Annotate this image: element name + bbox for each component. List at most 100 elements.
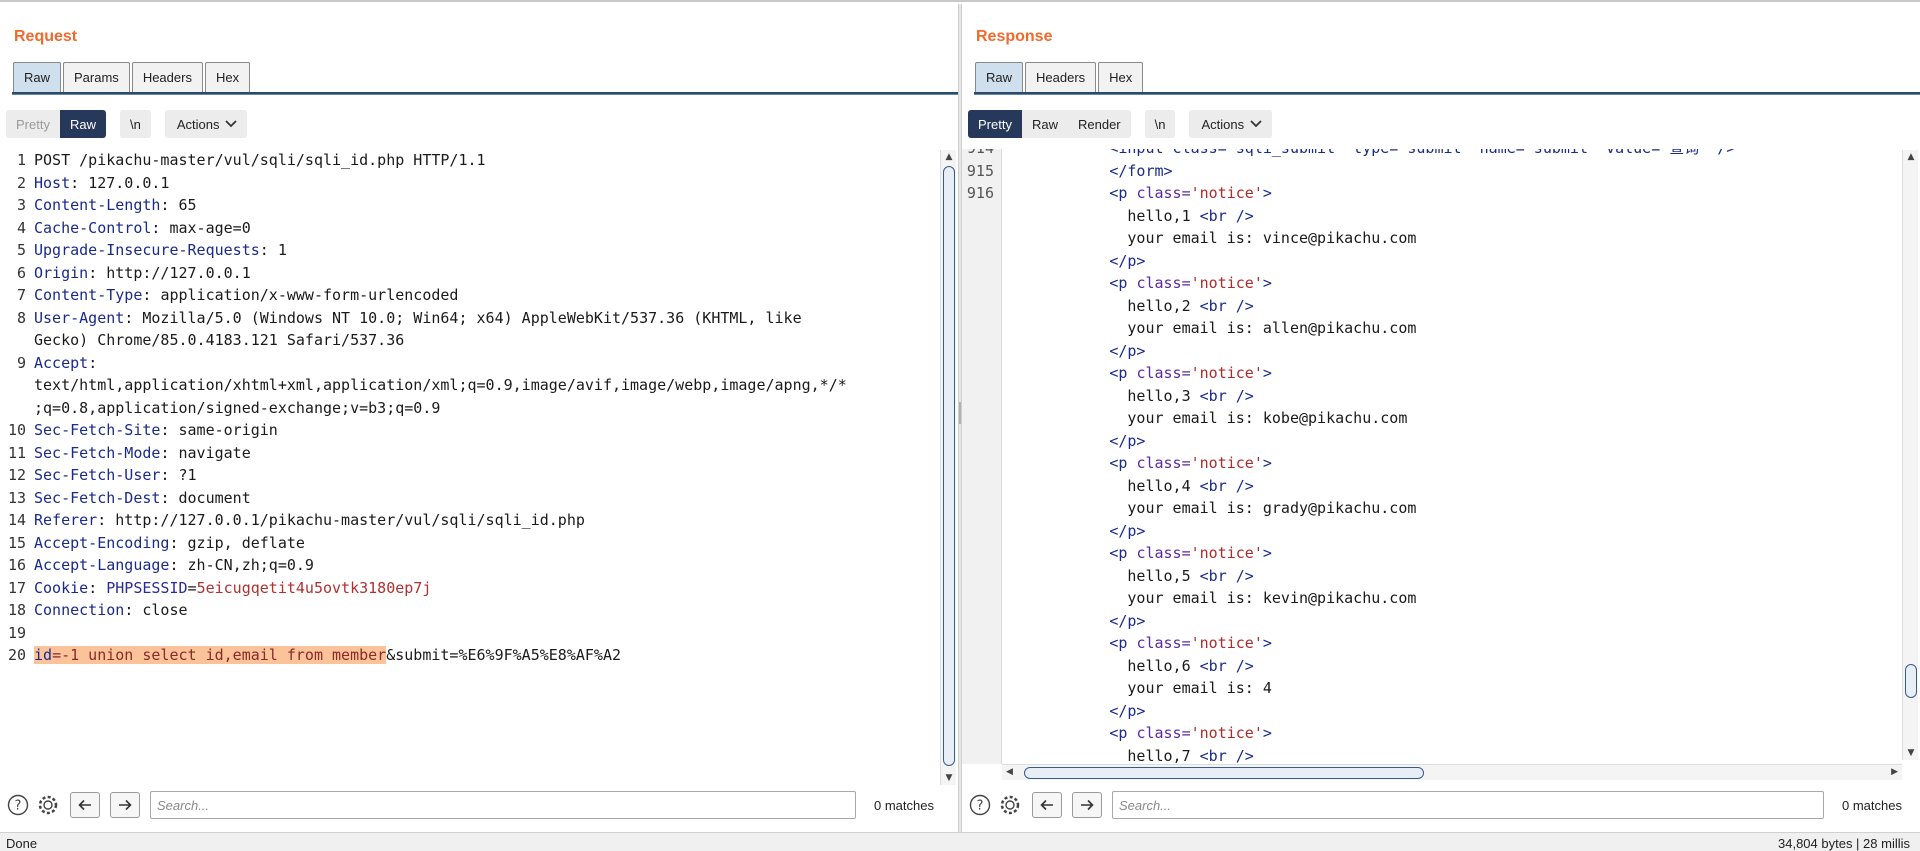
response-scroll-thumb[interactable] — [1905, 664, 1917, 698]
help-icon[interactable]: ? — [968, 793, 992, 817]
html-attr: class= — [1136, 544, 1191, 562]
html-attr: class= — [1136, 364, 1191, 382]
request-vertical-scrollbar[interactable]: ▲ ▼ — [940, 150, 956, 785]
code-line: <p class='notice'> — [962, 632, 1900, 655]
line-text: </p> — [1010, 520, 1145, 543]
line-text: ;q=0.8,application/signed-exchange;v=b3;… — [34, 397, 440, 420]
line-number: 18 — [7, 601, 26, 619]
request-tab-params[interactable]: Params — [63, 62, 130, 92]
header-value: POST /pikachu-master/vul/sqli/sqli_id.ph… — [34, 151, 486, 169]
request-tab-hex[interactable]: Hex — [204, 62, 251, 92]
line-text: your email is: kevin@pikachu.com — [1010, 587, 1416, 610]
line-text: hello,6 <br /> — [1010, 655, 1253, 678]
header-name: Sec-Fetch-Site — [34, 421, 161, 439]
request-pane: Request Raw Params Headers Hex Pretty Ra… — [0, 4, 958, 832]
response-horizontal-scrollbar[interactable]: ◀ ▶ — [1002, 764, 1902, 780]
request-scroll-thumb[interactable] — [943, 166, 955, 766]
line-number: 916 — [966, 184, 994, 202]
code-line: 13 Sec-Fetch-Dest: document — [0, 487, 938, 510]
line-text: Sec-Fetch-Site: same-origin — [34, 419, 278, 442]
request-actions-button[interactable]: Actions — [164, 110, 248, 138]
html-string: 'notice' — [1190, 274, 1263, 292]
response-search-input[interactable] — [1112, 791, 1824, 819]
next-match-button[interactable] — [1072, 792, 1102, 818]
line-text: Content-Length: 65 — [34, 194, 197, 217]
scroll-left-icon[interactable]: ◀ — [1006, 767, 1013, 777]
header-value: 1 — [277, 241, 287, 259]
html-text: hello,3 — [1127, 386, 1200, 405]
param-eq: = — [52, 646, 62, 664]
response-pretty-button[interactable]: Pretty — [968, 110, 1022, 138]
scroll-up-icon[interactable]: ▲ — [944, 152, 954, 162]
arrow-right-icon — [119, 799, 132, 811]
line-number: 3 — [16, 196, 26, 214]
code-line: <p class='notice'> — [962, 272, 1900, 295]
line-text: User-Agent: Mozilla/5.0 (Windows NT 10.0… — [34, 307, 802, 330]
html-string: 'notice' — [1190, 364, 1263, 382]
request-raw-button[interactable]: Raw — [59, 110, 106, 138]
scroll-up-icon[interactable]: ▲ — [1906, 152, 1916, 162]
header-separator: : — [259, 241, 278, 259]
cookie-value: 5eicugqetit4u5ovtk3180ep7j — [196, 578, 432, 597]
gear-icon[interactable] — [36, 793, 60, 817]
header-separator: : — [169, 533, 188, 552]
html-tag-close: > — [1262, 634, 1272, 652]
line-text: hello,4 <br /> — [1010, 475, 1253, 498]
arrow-left-icon — [1040, 799, 1053, 811]
response-newline-button[interactable]: \n — [1144, 110, 1176, 138]
response-raw-button[interactable]: Raw — [1022, 110, 1068, 138]
splitter-grip[interactable] — [959, 402, 961, 424]
request-tab-raw[interactable]: Raw — [13, 62, 62, 92]
line-text: </p> — [1010, 430, 1145, 453]
scroll-down-icon[interactable]: ▼ — [944, 773, 954, 783]
line-text: <p class='notice'> — [1010, 542, 1272, 565]
html-text: your email is: kevin@pikachu.com — [1127, 589, 1417, 607]
response-tab-raw[interactable]: Raw — [975, 62, 1024, 92]
response-render-button[interactable]: Render — [1068, 110, 1131, 138]
previous-match-button[interactable] — [70, 792, 100, 818]
request-search-bar: ? 0 matches — [0, 788, 958, 822]
previous-match-button[interactable] — [1032, 792, 1062, 818]
response-hscroll-thumb[interactable] — [1024, 767, 1424, 779]
request-pretty-button[interactable]: Pretty — [6, 110, 60, 138]
scroll-down-icon[interactable]: ▼ — [1906, 748, 1916, 758]
header-name: Accept — [34, 353, 89, 372]
line-text: Accept-Language: zh-CN,zh;q=0.9 — [34, 554, 314, 577]
line-number: 11 — [7, 443, 26, 462]
request-newline-button[interactable]: \n — [119, 110, 151, 138]
html-tag: </p> — [1109, 521, 1146, 540]
gear-icon[interactable] — [998, 793, 1022, 817]
scroll-right-icon[interactable]: ▶ — [1891, 767, 1898, 777]
header-name: Host — [34, 173, 71, 192]
request-editor[interactable]: 1 POST /pikachu-master/vul/sqli/sqli_id.p… — [0, 149, 938, 784]
response-tab-headers[interactable]: Headers — [1025, 62, 1097, 92]
help-icon[interactable]: ? — [6, 793, 30, 817]
response-actions-button[interactable]: Actions — [1189, 110, 1273, 138]
response-toolbar: Pretty Raw Render \n Actions — [968, 110, 1273, 138]
html-text: hello,5 — [1127, 566, 1200, 585]
line-number: 1 — [16, 151, 26, 169]
html-tag-close: > — [1262, 724, 1272, 742]
request-search-input[interactable] — [150, 791, 856, 819]
response-tab-hex[interactable]: Hex — [1098, 62, 1144, 92]
header-name: Cookie — [34, 578, 89, 597]
response-editor[interactable]: 914 <input class='sqli_submit' type='sub… — [962, 149, 1900, 764]
request-tab-headers[interactable]: Headers — [131, 62, 203, 92]
code-line: 14 Referer: http://127.0.0.1/pikachu-mast… — [0, 509, 938, 532]
html-br: <br /> — [1199, 746, 1254, 765]
response-vertical-scrollbar[interactable]: ▲ ▼ — [1902, 150, 1918, 760]
header-value: Mozilla/5.0 (Windows NT 10.0; Win64; x64… — [142, 308, 802, 327]
chevron-down-icon — [1250, 120, 1262, 128]
next-match-button[interactable] — [110, 792, 140, 818]
line-text: Gecko) Chrome/85.0.4183.121 Safari/537.3… — [34, 329, 404, 352]
body-rest: &submit=%E6%9F%A5%E8%AF%A2 — [386, 646, 622, 664]
